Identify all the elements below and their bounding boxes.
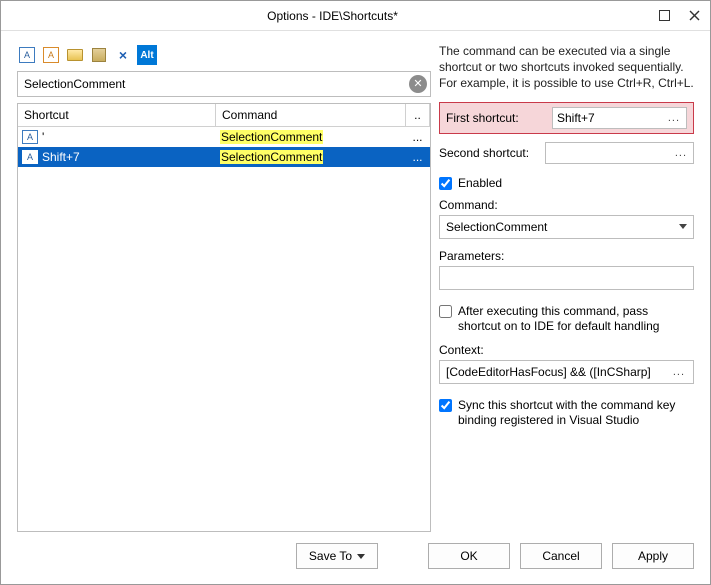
header-shortcut[interactable]: Shortcut xyxy=(18,104,216,126)
parameters-input[interactable] xyxy=(439,266,694,290)
content-area: A A × Alt ✕ Shortcut Command .. xyxy=(1,31,710,538)
table-row[interactable]: A Shift+7 SelectionComment ... xyxy=(18,147,430,167)
left-toolbar: A A × Alt xyxy=(17,43,431,71)
cancel-button[interactable]: Cancel xyxy=(520,543,602,569)
command-value: SelectionComment xyxy=(446,220,547,234)
context-value: [CodeEditorHasFocus] && ([InCSharp] xyxy=(446,365,651,379)
window-buttons xyxy=(656,8,702,24)
command-label: Command: xyxy=(439,198,694,212)
search-wrapper: ✕ xyxy=(17,71,431,97)
first-shortcut-field[interactable]: Shift+7 ... xyxy=(552,107,687,129)
context-label: Context: xyxy=(439,343,694,357)
pass-row: After executing this command, pass short… xyxy=(439,304,694,335)
first-shortcut-label: First shortcut: xyxy=(446,111,544,125)
second-shortcut-label: Second shortcut: xyxy=(439,146,537,160)
scheme1-button[interactable]: A xyxy=(17,45,37,65)
cancel-label: Cancel xyxy=(542,549,579,563)
grid-body: A ' SelectionComment ... A Shift+7 Selec… xyxy=(18,127,430,531)
right-panel: The command can be executed via a single… xyxy=(439,43,694,532)
header-dots[interactable]: .. xyxy=(406,104,430,126)
ok-button[interactable]: OK xyxy=(428,543,510,569)
command-text: SelectionComment xyxy=(220,150,323,164)
sync-checkbox[interactable] xyxy=(439,399,452,412)
cell-dots[interactable]: ... xyxy=(406,147,430,167)
cell-dots[interactable]: ... xyxy=(406,127,430,147)
grid-header: Shortcut Command .. xyxy=(18,104,430,127)
alt-label: Alt xyxy=(140,50,153,61)
saveto-label: Save To xyxy=(309,549,352,563)
context-section: Context: [CodeEditorHasFocus] && ([InCSh… xyxy=(439,343,694,384)
shortcut-text: ' xyxy=(42,130,44,144)
shortcut-text: Shift+7 xyxy=(42,150,80,164)
sync-label: Sync this shortcut with the command key … xyxy=(458,398,694,429)
parameters-section: Parameters: xyxy=(439,249,694,290)
cell-command: SelectionComment xyxy=(216,147,406,167)
apply-button[interactable]: Apply xyxy=(612,543,694,569)
maximize-button[interactable] xyxy=(656,8,672,24)
enabled-checkbox[interactable] xyxy=(439,177,452,190)
header-command[interactable]: Command xyxy=(216,104,406,126)
first-shortcut-value: Shift+7 xyxy=(557,111,595,125)
ellipsis-icon[interactable]: ... xyxy=(675,147,689,159)
parameters-label: Parameters: xyxy=(439,249,694,263)
command-text: SelectionComment xyxy=(220,130,323,144)
search-input[interactable] xyxy=(17,71,431,97)
enabled-row: Enabled xyxy=(439,176,694,190)
apply-label: Apply xyxy=(638,549,668,563)
cell-shortcut: A Shift+7 xyxy=(18,147,216,167)
chevron-down-icon xyxy=(679,224,687,229)
ellipsis-icon[interactable]: ... xyxy=(668,112,682,124)
scheme2-button[interactable]: A xyxy=(41,45,61,65)
titlebar: Options - IDE\Shortcuts* xyxy=(1,1,710,31)
save-button[interactable] xyxy=(89,45,109,65)
open-button[interactable] xyxy=(65,45,85,65)
enabled-label: Enabled xyxy=(458,176,502,190)
second-shortcut-row: Second shortcut: ... xyxy=(439,142,694,164)
table-row[interactable]: A ' SelectionComment ... xyxy=(18,127,430,147)
window-title: Options - IDE\Shortcuts* xyxy=(9,9,656,23)
ellipsis-icon[interactable]: ... xyxy=(673,366,687,378)
context-field[interactable]: [CodeEditorHasFocus] && ([InCSharp] ... xyxy=(439,360,694,384)
shortcut-icon: A xyxy=(22,130,38,144)
cell-command: SelectionComment xyxy=(216,127,406,147)
ok-label: OK xyxy=(460,549,477,563)
footer: Save To OK Cancel Apply xyxy=(1,538,710,584)
pass-label: After executing this command, pass short… xyxy=(458,304,694,335)
close-button[interactable] xyxy=(686,8,702,24)
sync-row: Sync this shortcut with the command key … xyxy=(439,398,694,429)
left-panel: A A × Alt ✕ Shortcut Command .. xyxy=(17,43,431,532)
command-combo[interactable]: SelectionComment xyxy=(439,215,694,239)
options-dialog: Options - IDE\Shortcuts* A A × Alt ✕ xyxy=(0,0,711,585)
delete-button[interactable]: × xyxy=(113,45,133,65)
shortcut-icon: A xyxy=(22,150,38,164)
pass-checkbox[interactable] xyxy=(439,305,452,318)
saveto-button[interactable]: Save To xyxy=(296,543,378,569)
cell-shortcut: A ' xyxy=(18,127,216,147)
command-section: Command: SelectionComment xyxy=(439,198,694,239)
description-text: The command can be executed via a single… xyxy=(439,43,694,92)
shortcut-grid: Shortcut Command .. A ' SelectionComment… xyxy=(17,103,431,532)
chevron-down-icon xyxy=(357,554,365,559)
clear-search-icon[interactable]: ✕ xyxy=(409,75,427,93)
alt-toggle[interactable]: Alt xyxy=(137,45,157,65)
first-shortcut-row: First shortcut: Shift+7 ... xyxy=(439,102,694,134)
second-shortcut-field[interactable]: ... xyxy=(545,142,694,164)
